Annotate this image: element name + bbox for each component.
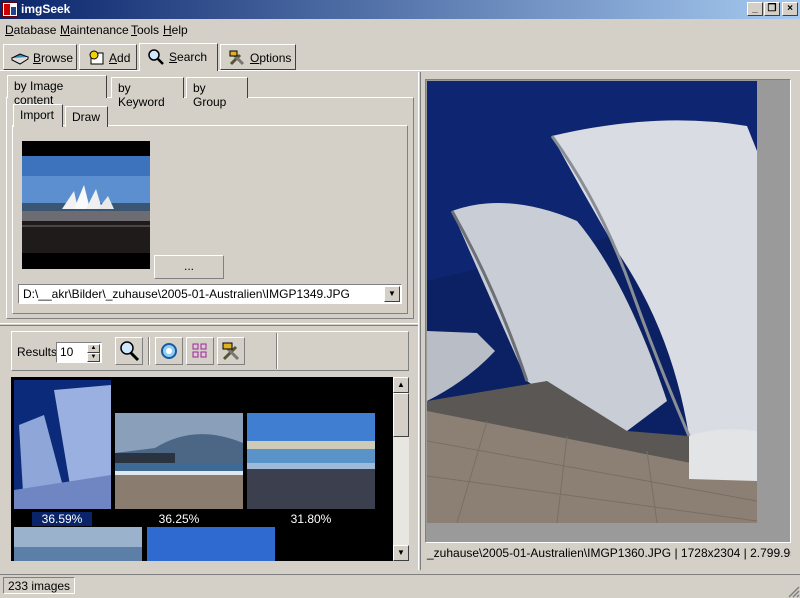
toolbar-separator (276, 333, 278, 369)
spin-down-icon[interactable]: ▼ (87, 353, 100, 362)
toolbar-separator (148, 337, 150, 365)
tab-by-image-content[interactable]: by Image content (7, 75, 107, 107)
result-thumbnail[interactable] (115, 413, 243, 509)
results-count-spinner[interactable]: 10 ▲ ▼ (56, 342, 102, 363)
menu-tools[interactable]: Tools (131, 23, 159, 37)
book-icon (11, 53, 29, 65)
result-thumbnail-selected[interactable] (14, 380, 111, 509)
window-title: imgSeek (21, 2, 71, 16)
large-image-preview (427, 81, 757, 523)
tab-options[interactable]: Options (220, 44, 296, 70)
tab-by-keyword[interactable]: by Keyword (111, 77, 184, 109)
add-star-icon (89, 50, 104, 65)
menu-help[interactable]: Help (163, 23, 188, 37)
browse-button[interactable]: ... (154, 255, 224, 279)
results-scrollbar[interactable]: ▲ ▼ (393, 377, 409, 561)
tab-strip-line (0, 70, 800, 71)
minimize-button[interactable]: _ (747, 2, 763, 16)
scroll-up-icon[interactable]: ▲ (393, 377, 409, 393)
result-score: 31.80% (290, 512, 332, 526)
scroll-thumb[interactable] (393, 393, 409, 437)
refresh-button[interactable] (155, 337, 183, 365)
menu-maintenance[interactable]: Maintenance (60, 23, 129, 37)
dropdown-arrow-icon[interactable]: ▼ (384, 286, 400, 302)
results-pane[interactable]: 36.59% 36.25% 31.80% ▲ ▼ (11, 377, 409, 561)
results-count-value: 10 (60, 345, 74, 359)
refresh-icon (161, 343, 177, 359)
tab-add[interactable]: Add (79, 44, 137, 70)
app-icon (2, 2, 18, 17)
image-viewer[interactable] (425, 79, 791, 543)
tab-search[interactable]: Search (139, 43, 218, 71)
query-image-preview (22, 141, 150, 269)
result-thumbnail[interactable] (247, 413, 375, 509)
result-score: 36.59% (32, 512, 92, 526)
close-button[interactable]: × (782, 2, 798, 16)
group-grid-icon (192, 343, 207, 358)
magnifier-icon (148, 49, 164, 65)
query-search-button[interactable] (115, 337, 143, 365)
group-button[interactable] (186, 337, 214, 365)
status-bar (0, 574, 800, 598)
result-thumbnail[interactable] (147, 527, 275, 561)
tools-icon (229, 50, 245, 66)
horizontal-splitter[interactable] (0, 323, 418, 326)
result-thumbnail[interactable] (14, 527, 142, 561)
result-score: 36.25% (158, 512, 200, 526)
image-count: 233 images (3, 577, 76, 594)
menu-database[interactable]: Database (5, 23, 56, 37)
magnifier-icon (120, 341, 140, 362)
image-path-combobox[interactable]: D:\__akr\Bilder\_zuhause\2005-01-Austral… (18, 284, 402, 304)
title-bar[interactable]: imgSeek _ ❐ × (0, 0, 800, 19)
tab-draw[interactable]: Draw (65, 106, 108, 127)
tools-button[interactable] (217, 337, 245, 365)
resize-grip-icon[interactable] (786, 584, 800, 598)
scroll-down-icon[interactable]: ▼ (393, 545, 409, 561)
image-info: _zuhause\2005-01-Australien\IMGP1360.JPG… (427, 546, 791, 560)
image-path-value: D:\__akr\Bilder\_zuhause\2005-01-Austral… (23, 287, 350, 301)
tab-import[interactable]: Import (13, 104, 63, 127)
restore-button[interactable]: ❐ (764, 2, 780, 16)
tab-by-group[interactable]: by Group (186, 77, 248, 109)
results-label: Results (17, 345, 58, 359)
tab-browse[interactable]: Browse (3, 44, 77, 70)
tools-icon (222, 342, 240, 361)
spin-up-icon[interactable]: ▲ (87, 344, 100, 353)
vertical-splitter[interactable] (418, 72, 421, 570)
